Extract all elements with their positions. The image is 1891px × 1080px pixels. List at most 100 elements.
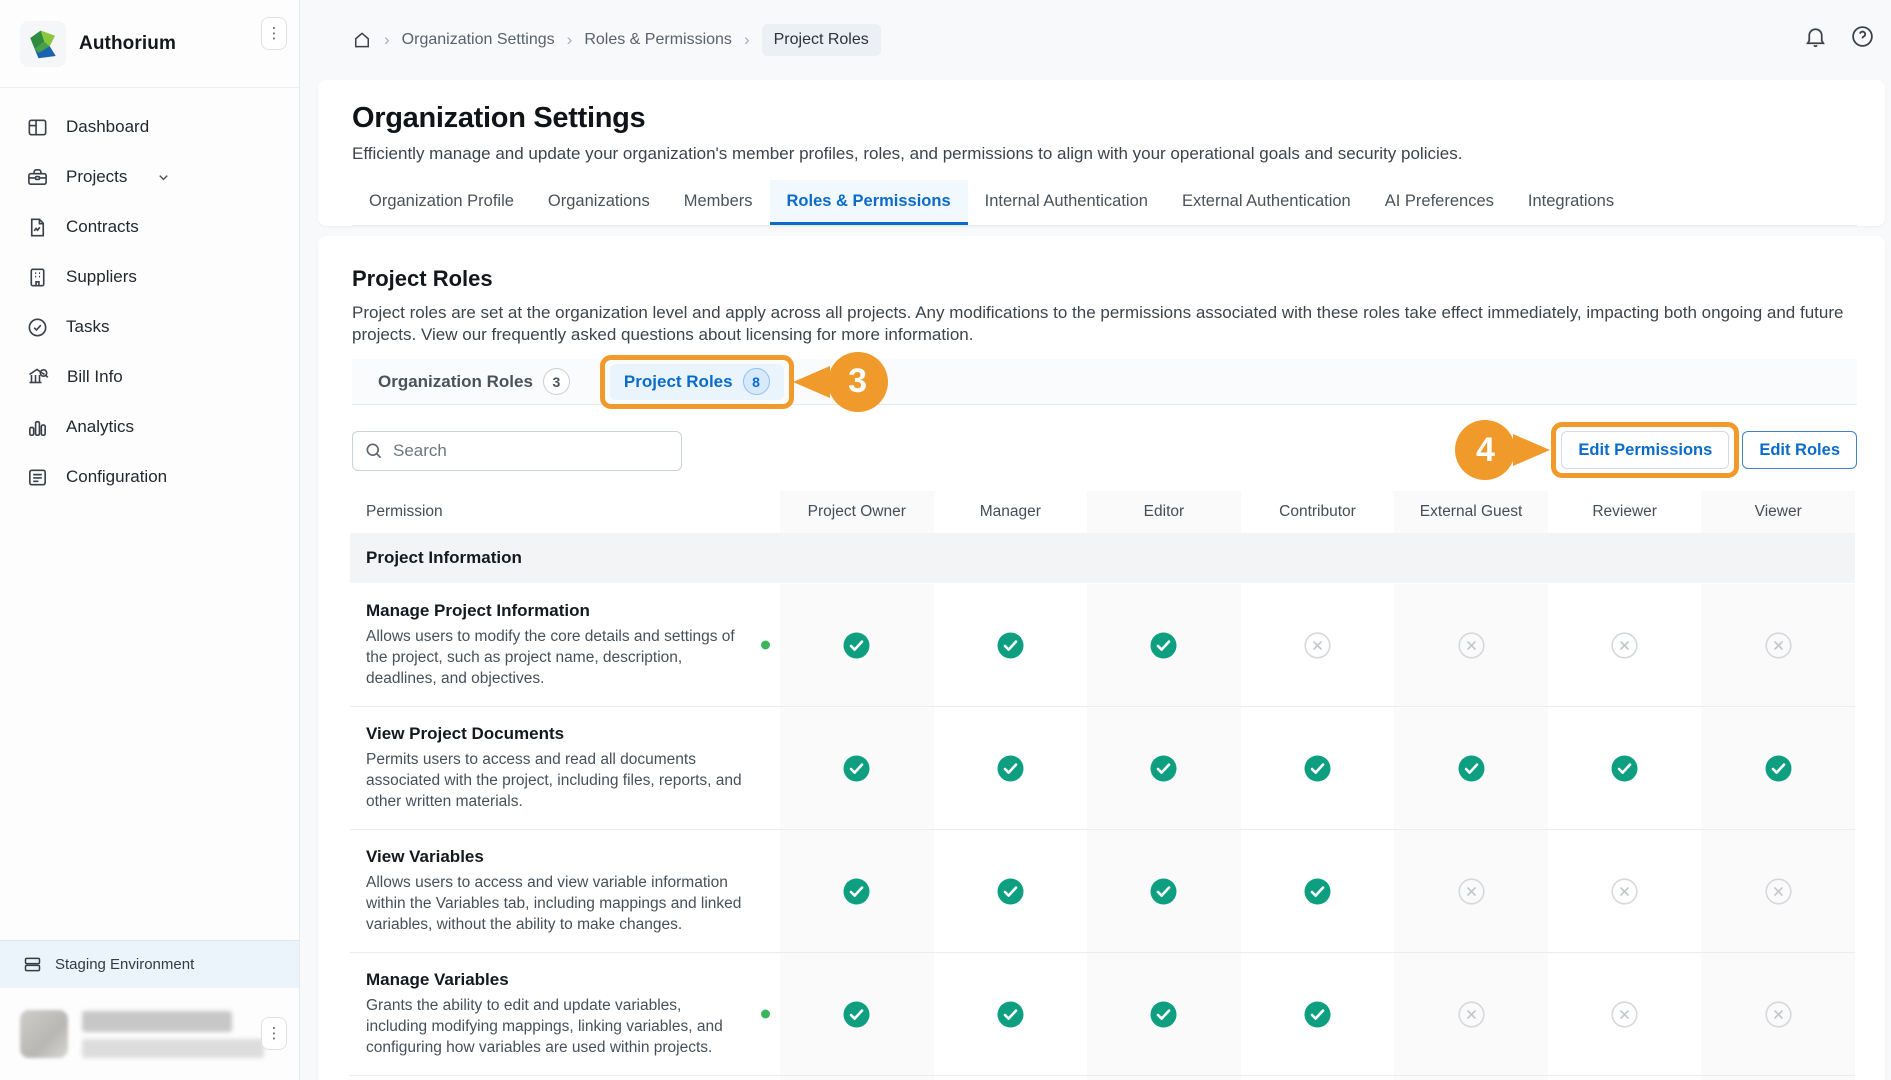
sidebar: Authorium ⋮ Dashboard Projects Contracts… bbox=[0, 0, 300, 1080]
sidebar-item-dashboard[interactable]: Dashboard bbox=[0, 102, 299, 152]
help-icon[interactable] bbox=[1850, 24, 1875, 54]
permission-granted-icon bbox=[1241, 707, 1395, 829]
tab-roles-permissions[interactable]: Roles & Permissions bbox=[770, 180, 968, 225]
breadcrumb-separator-icon: › bbox=[744, 30, 750, 50]
sidebar-item-bill-info[interactable]: Bill Info bbox=[0, 352, 299, 402]
sidebar-bottom: Staging Environment ⋮ bbox=[0, 940, 299, 1080]
contract-document-icon bbox=[26, 216, 49, 239]
sidebar-item-tasks[interactable]: Tasks bbox=[0, 302, 299, 352]
permission-denied-icon bbox=[1701, 584, 1855, 706]
user-kebab-menu-button[interactable]: ⋮ bbox=[261, 1017, 287, 1050]
annotation-step-4-badge: 4 bbox=[1455, 420, 1515, 480]
permission-info-cell: View Project MembersPermits users to see… bbox=[350, 1076, 780, 1080]
brand-row: Authorium ⋮ bbox=[0, 0, 299, 88]
notifications-bell-icon[interactable] bbox=[1803, 24, 1828, 54]
organization-roles-label: Organization Roles bbox=[378, 372, 533, 392]
permission-row: View VariablesAllows users to access and… bbox=[350, 830, 1855, 953]
breadcrumb-separator-icon: › bbox=[567, 30, 573, 50]
permission-granted-icon bbox=[1087, 707, 1241, 829]
tab-integrations[interactable]: Integrations bbox=[1511, 180, 1631, 225]
sidebar-item-label: Bill Info bbox=[67, 367, 123, 387]
permission-granted-icon bbox=[780, 830, 934, 952]
annotation-pointer-4 bbox=[1513, 434, 1550, 466]
bank-search-icon bbox=[26, 365, 50, 389]
sidebar-item-label: Projects bbox=[66, 167, 127, 187]
permissions-table: Permission Project Owner Manager Editor … bbox=[350, 491, 1855, 1080]
permission-granted-icon bbox=[1087, 953, 1241, 1075]
app-window: Authorium ⋮ Dashboard Projects Contracts… bbox=[0, 0, 1891, 1080]
tab-ai-preferences[interactable]: AI Preferences bbox=[1368, 180, 1511, 225]
environment-indicator[interactable]: Staging Environment bbox=[0, 940, 299, 988]
permission-granted-icon bbox=[1241, 830, 1395, 952]
annotation-step-3-badge: 3 bbox=[828, 352, 888, 412]
configuration-icon bbox=[26, 466, 49, 489]
sidebar-item-configuration[interactable]: Configuration bbox=[0, 452, 299, 502]
tab-organizations[interactable]: Organizations bbox=[531, 180, 667, 225]
breadcrumb-roles-permissions[interactable]: Roles & Permissions bbox=[584, 31, 732, 49]
organization-roles-tab[interactable]: Organization Roles 3 bbox=[364, 368, 584, 395]
permission-title: Manage Project Information bbox=[366, 601, 744, 621]
permission-info-cell: Manage Project InformationAllows users t… bbox=[350, 584, 780, 706]
sidebar-item-label: Suppliers bbox=[66, 267, 137, 287]
organization-roles-count-badge: 3 bbox=[543, 368, 570, 395]
page-subtitle: Efficiently manage and update your organ… bbox=[352, 144, 1857, 164]
project-roles-label: Project Roles bbox=[624, 372, 733, 392]
page-title: Organization Settings bbox=[352, 102, 1857, 135]
sidebar-item-suppliers[interactable]: Suppliers bbox=[0, 252, 299, 302]
search-input[interactable] bbox=[352, 431, 682, 471]
section-description: Project roles are set at the organizatio… bbox=[352, 302, 1852, 346]
sidebar-item-label: Tasks bbox=[66, 317, 109, 337]
task-check-icon bbox=[26, 316, 49, 339]
user-name-redacted bbox=[82, 1011, 264, 1058]
user-profile-row[interactable]: ⋮ bbox=[0, 988, 299, 1080]
annotation-pointer-3 bbox=[793, 366, 830, 398]
permission-row: View Project MembersPermits users to see… bbox=[350, 1076, 1855, 1080]
permission-granted-icon bbox=[1394, 707, 1548, 829]
permission-description: Permits users to access and read all doc… bbox=[366, 749, 744, 812]
permission-row: View Project Documents Permits users to a… bbox=[350, 707, 1855, 830]
project-roles-tab[interactable]: Project Roles 8 bbox=[610, 364, 784, 400]
permission-denied-icon bbox=[1394, 953, 1548, 1075]
permission-denied-icon bbox=[1548, 584, 1702, 706]
column-header-reviewer: Reviewer bbox=[1548, 491, 1702, 533]
permission-description: Allows users to access and view variable… bbox=[366, 872, 744, 935]
permission-granted-icon bbox=[1548, 707, 1702, 829]
sidebar-item-projects[interactable]: Projects bbox=[0, 152, 299, 202]
permission-denied-icon bbox=[1241, 584, 1395, 706]
permission-denied-icon bbox=[1548, 953, 1702, 1075]
edit-permissions-button[interactable]: Edit Permissions bbox=[1561, 431, 1729, 469]
permission-granted-icon bbox=[934, 830, 1088, 952]
organization-settings-header-card: Organization Settings Efficiently manage… bbox=[318, 80, 1885, 226]
sidebar-kebab-menu-button[interactable]: ⋮ bbox=[261, 17, 287, 50]
search-box bbox=[352, 431, 682, 471]
permission-granted-icon bbox=[780, 1076, 934, 1080]
sidebar-item-analytics[interactable]: Analytics bbox=[0, 402, 299, 452]
permission-granted-icon bbox=[1087, 584, 1241, 706]
project-roles-count-badge: 8 bbox=[743, 368, 770, 395]
authorium-logo-icon bbox=[20, 21, 66, 67]
home-icon[interactable] bbox=[352, 30, 372, 50]
settings-tab-bar: Organization Profile Organizations Membe… bbox=[352, 180, 1857, 226]
tab-external-authentication[interactable]: External Authentication bbox=[1165, 180, 1368, 225]
tab-members[interactable]: Members bbox=[667, 180, 770, 225]
tab-internal-authentication[interactable]: Internal Authentication bbox=[968, 180, 1165, 225]
sidebar-item-label: Configuration bbox=[66, 467, 167, 487]
table-header-row: Permission Project Owner Manager Editor … bbox=[350, 491, 1855, 533]
permission-title: View Project Documents bbox=[366, 724, 744, 744]
server-icon bbox=[22, 954, 43, 975]
breadcrumb-organization-settings[interactable]: Organization Settings bbox=[402, 31, 555, 49]
avatar bbox=[20, 1010, 68, 1058]
sidebar-item-contracts[interactable]: Contracts bbox=[0, 202, 299, 252]
sidebar-item-label: Dashboard bbox=[66, 117, 149, 137]
edit-roles-button[interactable]: Edit Roles bbox=[1742, 431, 1857, 469]
permission-info-cell: View VariablesAllows users to access and… bbox=[350, 830, 780, 952]
breadcrumb-project-roles-current[interactable]: Project Roles bbox=[762, 24, 881, 56]
permission-granted-icon bbox=[1241, 1076, 1395, 1080]
project-roles-card: Project Roles Project roles are set at t… bbox=[318, 236, 1885, 1080]
permission-title: Manage Variables bbox=[366, 970, 744, 990]
permission-granted-icon bbox=[934, 584, 1088, 706]
topbar: › Organization Settings › Roles & Permis… bbox=[300, 0, 1891, 80]
permission-row: Manage Project InformationAllows users t… bbox=[350, 583, 1855, 707]
tab-organization-profile[interactable]: Organization Profile bbox=[352, 180, 531, 225]
permission-info-cell: View Project Documents Permits users to a… bbox=[350, 707, 780, 829]
